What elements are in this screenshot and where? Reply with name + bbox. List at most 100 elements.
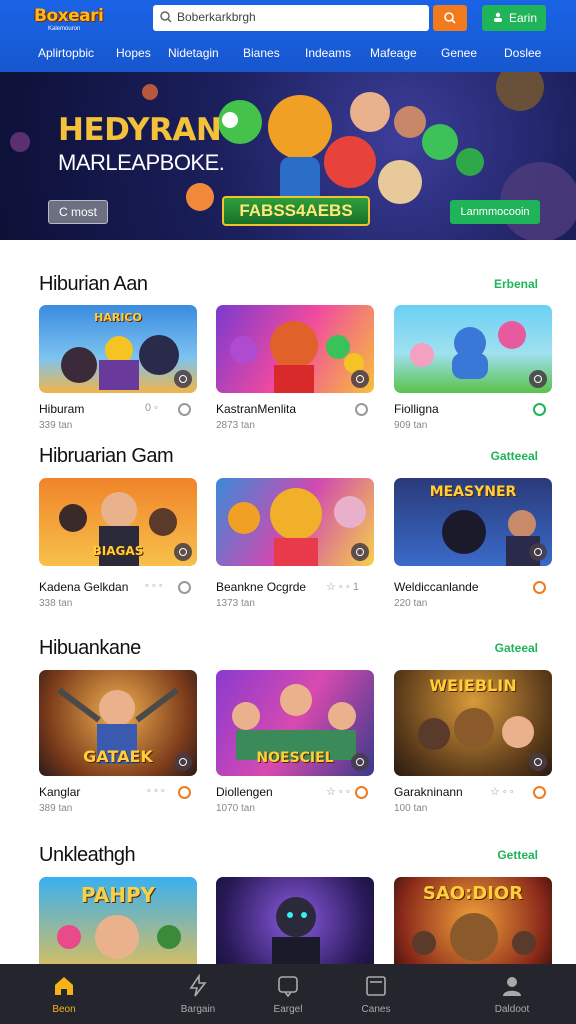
nav-item[interactable]: Indeams <box>305 46 351 60</box>
game-name: Weldiccanlande <box>394 580 479 594</box>
section-more-link[interactable]: Getteal <box>497 848 538 862</box>
nav-item[interactable]: Aplirtopbic <box>38 46 94 60</box>
profile-icon <box>503 977 521 996</box>
game-thumbnail <box>394 305 552 393</box>
platform-badge-icon <box>174 370 192 388</box>
game-thumbnail: WEIEBLIN <box>394 670 552 776</box>
info-icon[interactable] <box>533 403 546 416</box>
game-thumbnail: GATAEK <box>39 670 197 776</box>
section-title: Hibuankane <box>39 637 141 659</box>
chat-icon <box>278 976 298 998</box>
section-title: Hibruarian Gam <box>39 445 174 467</box>
hero-banner[interactable]: HEDYRAN MARLEAPBOKE. C most FABSS4AEBS L… <box>0 72 576 240</box>
search-input[interactable]: Boberkarkbrgh <box>153 5 429 31</box>
bottom-nav-label: Beon <box>52 1004 76 1015</box>
login-button[interactable]: Earin <box>482 5 546 31</box>
platform-badge-icon <box>174 753 192 771</box>
game-players: 338 tan <box>39 598 73 609</box>
lightning-icon <box>189 974 207 997</box>
game-name: Kanglar <box>39 785 81 799</box>
bottom-nav-label: Canes <box>361 1004 391 1015</box>
logo-text: Boxeari <box>34 6 104 26</box>
platform-badge-icon <box>529 370 547 388</box>
platform-badge-icon <box>529 543 547 561</box>
info-icon[interactable] <box>355 786 368 799</box>
hero-primary-button[interactable]: Lanmmocooin <box>450 200 540 224</box>
thumbnail-title: GATAEK <box>83 747 153 766</box>
bottom-nav: Beon Bargain Eargel Canes Daldoot <box>0 964 576 1024</box>
nav-item[interactable]: Hopes <box>116 46 151 60</box>
bottom-nav-games[interactable]: Canes <box>336 964 416 1024</box>
game-name: Fiolligna <box>394 402 439 416</box>
search-icon <box>160 11 172 23</box>
logo-subtitle: Kalemouron <box>48 26 81 32</box>
top-header: Boxeari Kalemouron Boberkarkbrgh Earin A… <box>0 0 576 72</box>
thumbnail-title: NOESCIEL <box>256 750 334 766</box>
game-thumbnail: MEASYNER <box>394 478 552 566</box>
rating-dots: ◦ ◦ ◦ <box>145 580 163 592</box>
info-icon[interactable] <box>178 581 191 594</box>
tablet-icon <box>366 976 386 996</box>
game-players: 1070 tan <box>216 803 255 814</box>
hero-subtitle: MARLEAPBOKE. <box>58 150 225 175</box>
home-icon <box>55 977 73 995</box>
info-icon[interactable] <box>178 403 191 416</box>
game-name: Beankne Ocgrde <box>216 580 307 594</box>
nav-item[interactable]: Mafeage <box>370 46 417 60</box>
rating-dots: ☆ ◦ ◦ 1 <box>326 581 359 593</box>
section-more-link[interactable]: Gateeal <box>495 641 538 655</box>
game-players: 339 tan <box>39 420 73 431</box>
hero-title: HEDYRAN <box>58 112 222 148</box>
section-more-link[interactable]: Gatteeal <box>491 449 538 463</box>
thumbnail-title: SAO:DIOR <box>422 883 524 904</box>
nav-item[interactable]: Doslee <box>504 46 541 60</box>
bottom-nav-label: Bargain <box>180 1004 216 1015</box>
info-icon[interactable] <box>533 581 546 594</box>
search-button[interactable] <box>433 5 467 31</box>
thumbnail-title: WEIEBLIN <box>429 676 517 695</box>
game-thumbnail <box>216 478 374 566</box>
section-title: Unkleathgh <box>39 844 136 866</box>
nav-item[interactable]: Nidetagin <box>168 46 219 60</box>
game-name: Diollengen <box>216 785 273 799</box>
nav-item[interactable]: Bianes <box>243 46 280 60</box>
platform-badge-icon <box>351 543 369 561</box>
search-placeholder: Boberkarkbrgh <box>177 10 256 24</box>
section-more-link[interactable]: Erbenal <box>494 277 538 291</box>
game-thumbnail: BIAGAS <box>39 478 197 566</box>
game-thumbnail: HARICO <box>39 305 197 393</box>
nav-item[interactable]: Genee <box>441 46 477 60</box>
bottom-nav-bargain[interactable]: Bargain <box>158 964 238 1024</box>
game-players: 2873 tan <box>216 420 255 431</box>
platform-badge-icon <box>351 753 369 771</box>
game-players: 389 tan <box>39 803 73 814</box>
user-icon <box>494 12 502 22</box>
game-players: 909 tan <box>394 420 428 431</box>
site-logo[interactable]: Boxeari Kalemouron <box>34 4 114 36</box>
hero-secondary-button[interactable]: C most <box>48 200 108 224</box>
game-name: KastranMenlita <box>216 402 297 416</box>
platform-badge-icon <box>351 370 369 388</box>
platform-badge-icon <box>529 753 547 771</box>
search-icon <box>444 12 456 24</box>
bottom-nav-profile[interactable]: Daldoot <box>472 964 552 1024</box>
info-icon[interactable] <box>178 786 191 799</box>
thumbnail-title: PAHPY <box>80 883 156 907</box>
app-page: Boxeari Kalemouron Boberkarkbrgh Earin A… <box>0 0 576 1024</box>
game-name: Kadena Gelkdan <box>39 580 129 594</box>
rating-dots: ☆ ◦ ◦ <box>326 786 350 798</box>
game-players: 1373 tan <box>216 598 255 609</box>
bottom-nav-home[interactable]: Beon <box>24 964 104 1024</box>
section-title: Hiburian Aan <box>39 273 148 295</box>
login-label: Earin <box>509 11 538 25</box>
game-thumbnail <box>216 305 374 393</box>
platform-badge-icon <box>174 543 192 561</box>
info-icon[interactable] <box>533 786 546 799</box>
game-name: Garakninann <box>394 785 463 799</box>
bottom-nav-chat[interactable]: Eargel <box>248 964 328 1024</box>
game-players: 220 tan <box>394 598 428 609</box>
info-icon[interactable] <box>355 403 368 416</box>
rating-dots: 0 ◦ <box>145 402 159 414</box>
rating-dots: ◦ ◦ ◦ <box>147 785 165 797</box>
bottom-nav-label: Daldoot <box>494 1004 530 1015</box>
